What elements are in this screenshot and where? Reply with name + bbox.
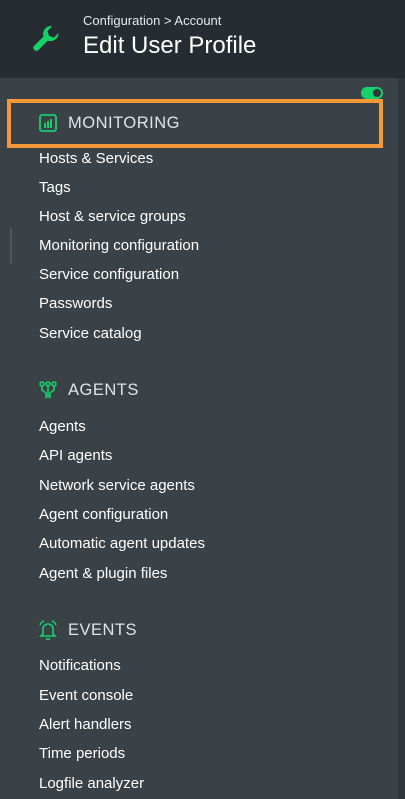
menu-item-event-console[interactable]: Event console (39, 687, 133, 705)
page-header: Configuration > Account Edit User Profil… (0, 0, 405, 78)
menu-item-service-catalog[interactable]: Service catalog (39, 325, 142, 343)
network-agents-icon (39, 381, 57, 398)
setup-app: Configuration > Account Edit User Profil… (0, 0, 405, 799)
highlight-box (7, 99, 383, 148)
menu-item-monitoring-configuration[interactable]: Monitoring configuration (39, 237, 199, 255)
menu-item-api-agents[interactable]: API agents (39, 447, 112, 465)
section-title-label: AGENTS (68, 380, 139, 399)
wrench-icon (33, 26, 59, 51)
menu-item-time-periods[interactable]: Time periods (39, 745, 125, 763)
panel-edge-mark (10, 228, 12, 264)
menu-item-notifications[interactable]: Notifications (39, 657, 121, 675)
menu-item-agent-plugin-files[interactable]: Agent & plugin files (39, 565, 167, 583)
menu-item-network-service-agents[interactable]: Network service agents (39, 477, 195, 495)
menu-item-hosts-services[interactable]: Hosts & Services (39, 150, 153, 168)
menu-item-automatic-agent-updates[interactable]: Automatic agent updates (39, 535, 205, 553)
toggle-switch[interactable] (361, 87, 383, 99)
section-agents: AGENTS (38, 378, 139, 402)
menu-item-service-configuration[interactable]: Service configuration (39, 266, 179, 284)
breadcrumb[interactable]: Configuration > Account (83, 13, 221, 28)
menu-item-logfile-analyzer[interactable]: Logfile analyzer (39, 775, 144, 793)
bell-icon (39, 620, 57, 640)
menu-item-passwords[interactable]: Passwords (39, 295, 112, 313)
menu-item-agents[interactable]: Agents (39, 418, 86, 436)
section-title-label: EVENTS (68, 620, 138, 639)
menu-item-alert-handlers[interactable]: Alert handlers (39, 716, 132, 734)
menu-item-agent-configuration[interactable]: Agent configuration (39, 506, 168, 524)
page-title: Edit User Profile (83, 32, 257, 59)
menu-item-host-service-groups[interactable]: Host & service groups (39, 208, 186, 226)
section-events: EVENTS (38, 618, 137, 642)
menu-item-tags[interactable]: Tags (39, 179, 71, 197)
